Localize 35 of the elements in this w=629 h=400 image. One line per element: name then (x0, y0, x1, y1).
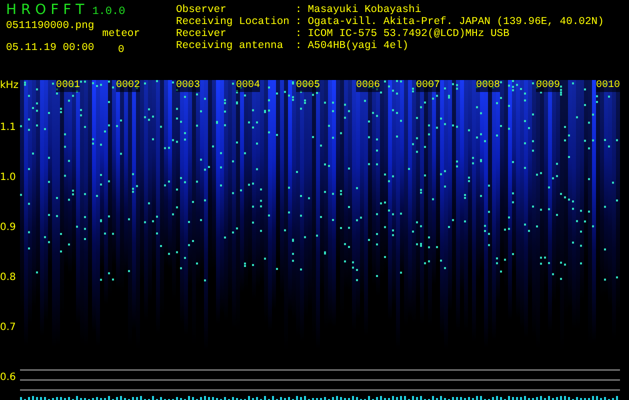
axis-label: 0.6 (0, 372, 16, 384)
time-label: 0003 (176, 80, 200, 92)
version-number: 1.0.0 (92, 6, 126, 18)
time-label: 0009 (536, 80, 560, 92)
date-time: 05.11.19 00:00 (6, 42, 94, 54)
axis-label: 1.1 (0, 122, 16, 134)
info-value: Masayuki Kobayashi (308, 4, 422, 16)
time-label: 0008 (476, 80, 500, 92)
meteor-count: 0 (118, 44, 124, 56)
time-label: 0004 (236, 80, 260, 92)
axis-label: 0.9 (0, 222, 16, 234)
time-label: 0006 (356, 80, 380, 92)
info-separator: : (295, 28, 302, 40)
info-value: ICOM IC-575 53.7492(@LCD)MHz USB (308, 28, 510, 40)
info-label: Receiver (176, 28, 228, 40)
file-name: 0511190000.png (6, 20, 94, 32)
axis-label: 0.7 (0, 322, 16, 334)
meteor-label: meteor (102, 28, 140, 40)
info-label: Receiving Location (176, 16, 290, 28)
time-label: 0010 (596, 80, 620, 92)
time-label: 0001 (56, 80, 80, 92)
time-label: 0002 (116, 80, 140, 92)
time-label: 0007 (416, 80, 440, 92)
info-label: Observer (176, 4, 228, 16)
info-label: Receiving antenna (176, 40, 284, 52)
app-title: H R O F F T (6, 2, 84, 18)
info-value: A504HB(yagi 4el) (308, 40, 410, 52)
axis-label: 1.0 (0, 172, 16, 184)
axis-unit: kHz (0, 80, 19, 91)
time-label: 0005 (296, 80, 320, 92)
info-separator: : (295, 4, 302, 16)
axis-label: 0.8 (0, 272, 16, 284)
info-separator: : (295, 16, 302, 28)
info-value: Ogata-vill. Akita-Pref. JAPAN (139.96E, 40.02N) (308, 16, 604, 28)
info-separator: : (295, 40, 302, 52)
